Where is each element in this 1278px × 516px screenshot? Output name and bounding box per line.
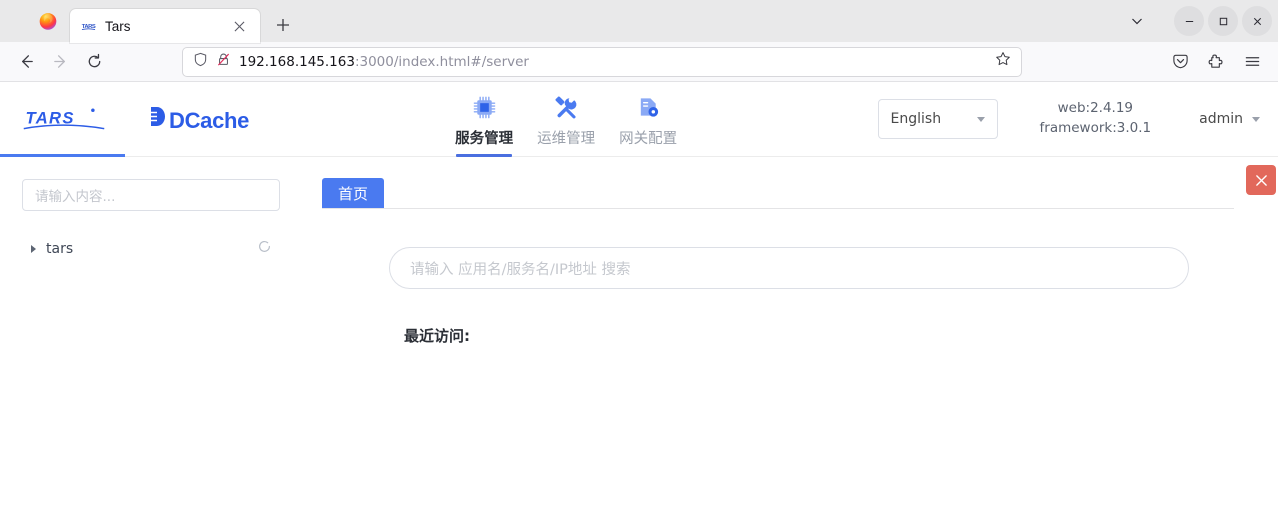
forward-button[interactable] xyxy=(44,46,76,78)
document-gear-icon xyxy=(636,94,661,120)
user-menu[interactable]: admin xyxy=(1199,111,1260,127)
page-tab-home[interactable]: 首页 xyxy=(322,178,385,208)
user-name: admin xyxy=(1199,111,1243,127)
app-header: TARS DCache 服务管理 运维管理 网关配置 English web:2… xyxy=(0,82,1278,157)
browser-tabstrip: TARS Tars xyxy=(0,0,1278,43)
chip-icon xyxy=(472,94,497,120)
nav-label: 运维管理 xyxy=(537,131,596,147)
sidebar-search-input[interactable]: 请输入内容... xyxy=(22,179,280,211)
page-tab-label: 首页 xyxy=(338,184,369,203)
header-accent-bar xyxy=(0,154,125,157)
main-nav: 服务管理 运维管理 网关配置 xyxy=(454,82,678,157)
chevron-down-icon xyxy=(976,116,985,122)
language-select[interactable]: English xyxy=(877,99,998,139)
insecure-lock-icon[interactable] xyxy=(216,52,231,72)
app-menu-icon[interactable] xyxy=(1236,46,1268,78)
window-minimize-button[interactable] xyxy=(1174,6,1204,36)
url-path: :3000/index.html#/server xyxy=(354,53,529,70)
window-controls xyxy=(1122,0,1278,42)
window-close-button[interactable] xyxy=(1242,6,1272,36)
reload-button[interactable] xyxy=(78,46,110,78)
chevron-down-icon xyxy=(1252,116,1260,122)
refresh-icon[interactable] xyxy=(257,239,272,259)
nav-item-gateway-config[interactable]: 网关配置 xyxy=(618,94,678,157)
sidebar: 请输入内容... tars xyxy=(0,157,302,516)
sidebar-search-placeholder: 请输入内容... xyxy=(35,189,116,205)
navbar-right-actions xyxy=(1164,46,1268,78)
nav-item-service-management[interactable]: 服务管理 xyxy=(454,94,514,157)
extensions-icon[interactable] xyxy=(1200,46,1232,78)
app-body: 请输入内容... tars 首页 请输入 应用名/服务名/IP地址 搜索 最近访… xyxy=(0,157,1278,516)
nav-label: 服务管理 xyxy=(455,131,514,147)
header-right: English web:2.4.19 framework:3.0.1 admin xyxy=(877,99,1278,139)
browser-tab-tars[interactable]: TARS Tars xyxy=(70,9,260,43)
version-info: web:2.4.19 framework:3.0.1 xyxy=(1040,99,1152,138)
browser-chrome: TARS Tars 192.168.145.163:3000/index.htm… xyxy=(0,0,1278,82)
list-all-tabs-button[interactable] xyxy=(1122,6,1152,36)
main-search-input[interactable]: 请输入 应用名/服务名/IP地址 搜索 xyxy=(389,247,1189,289)
shield-icon[interactable] xyxy=(193,52,208,72)
pocket-icon[interactable] xyxy=(1164,46,1196,78)
tab-close-icon[interactable] xyxy=(228,15,250,37)
tree-item-label: tars xyxy=(46,241,74,257)
url-host: 192.168.145.163 xyxy=(239,53,355,70)
window-maximize-button[interactable] xyxy=(1208,6,1238,36)
bookmark-star-icon[interactable] xyxy=(995,51,1011,72)
recent-visits-label: 最近访问: xyxy=(404,327,470,345)
close-all-tabs-button[interactable] xyxy=(1246,165,1276,195)
tars-logo[interactable]: TARS xyxy=(22,104,106,134)
service-tree: tars xyxy=(22,236,280,262)
nav-label: 网关配置 xyxy=(619,131,678,147)
tab-title: Tars xyxy=(105,18,131,34)
back-button[interactable] xyxy=(10,46,42,78)
firefox-logo-icon xyxy=(39,13,57,30)
url-bar[interactable]: 192.168.145.163:3000/index.html#/server xyxy=(182,46,1022,77)
tools-icon xyxy=(554,94,579,120)
logo-group: TARS DCache xyxy=(0,104,249,134)
version-web: web:2.4.19 xyxy=(1057,100,1134,117)
language-select-value: English xyxy=(890,111,942,127)
content-area: 首页 请输入 应用名/服务名/IP地址 搜索 最近访问: CSDN @jas0n… xyxy=(302,157,1278,516)
dcache-logo-text: DCache xyxy=(169,107,250,133)
page-tab-bar: 首页 xyxy=(322,165,1276,209)
new-tab-button[interactable] xyxy=(272,14,294,36)
home-search-section: 请输入 应用名/服务名/IP地址 搜索 最近访问: xyxy=(322,209,1234,346)
browser-navbar: 192.168.145.163:3000/index.html#/server xyxy=(0,42,1278,82)
tree-item-tars[interactable]: tars xyxy=(22,236,280,262)
dcache-logo[interactable]: DCache xyxy=(148,105,249,134)
chevron-right-icon[interactable] xyxy=(31,245,36,253)
tab-favicon-icon: TARS xyxy=(80,18,96,34)
main-search-placeholder: 请输入 应用名/服务名/IP地址 搜索 xyxy=(410,261,631,278)
url-text: 192.168.145.163:3000/index.html#/server xyxy=(239,54,987,70)
nav-item-ops-management[interactable]: 运维管理 xyxy=(536,94,596,157)
version-framework: framework:3.0.1 xyxy=(1039,120,1152,136)
